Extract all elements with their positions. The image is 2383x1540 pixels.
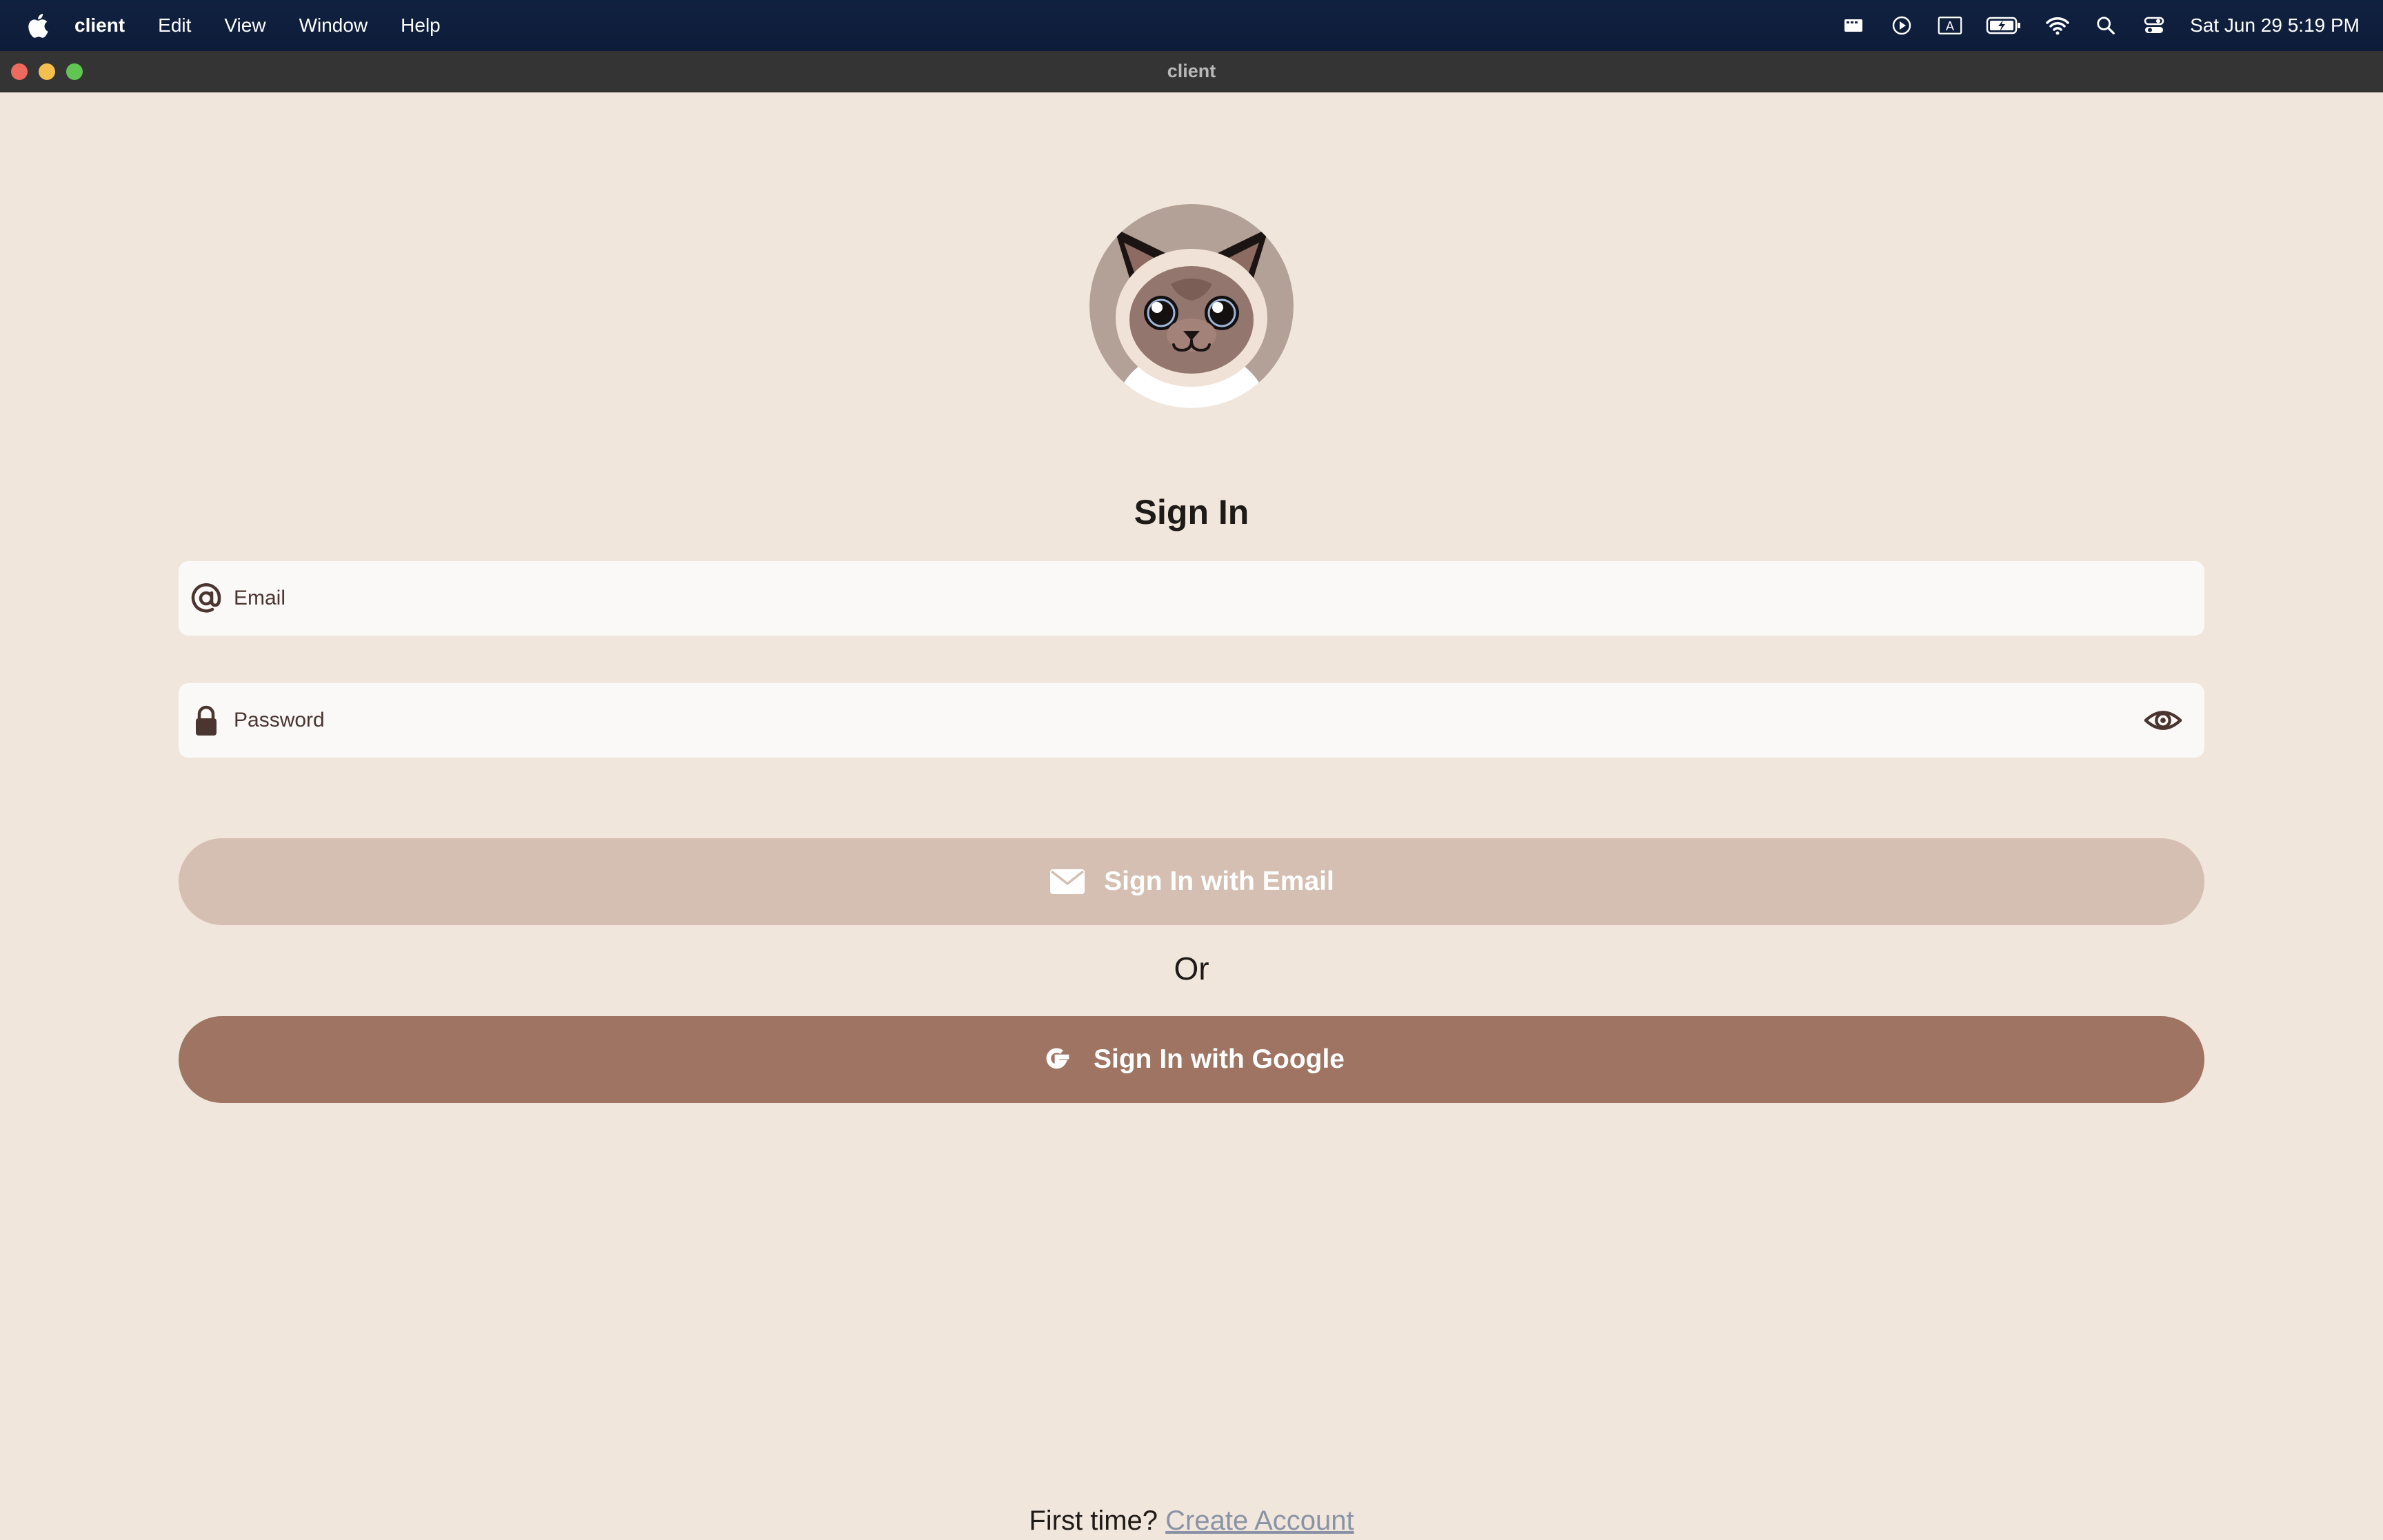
create-account-prompt: First time? Create Account (0, 1506, 2383, 1537)
control-center-icon[interactable] (2142, 13, 2166, 38)
google-icon (1038, 1041, 1076, 1078)
wifi-icon[interactable] (2045, 13, 2070, 38)
menu-view[interactable]: View (224, 14, 265, 37)
spotlight-icon[interactable] (2093, 13, 2118, 38)
menu-clock[interactable]: Sat Jun 29 5:19 PM (2190, 14, 2360, 37)
input-source-icon[interactable]: A (1938, 13, 1962, 38)
password-input[interactable] (234, 683, 2142, 758)
envelope-icon (1049, 863, 1086, 900)
apple-icon[interactable] (28, 13, 48, 38)
or-separator: Or (1174, 951, 1209, 986)
menu-help[interactable]: Help (401, 14, 441, 37)
menu-bar: client Edit View Window Help A Sat Jun 2… (0, 0, 2383, 51)
sign-in-google-button[interactable]: Sign In with Google (179, 1016, 2204, 1103)
status-area: A Sat Jun 29 5:19 PM (1818, 13, 2360, 38)
svg-text:A: A (1946, 19, 1954, 33)
menu-window[interactable]: Window (299, 14, 368, 37)
sign-in-email-button[interactable]: Sign In with Email (179, 838, 2204, 925)
first-time-text: First time? (1029, 1506, 1158, 1536)
app-window: client Sign In Email Sign In with Email … (0, 51, 2383, 1540)
page-title: Sign In (1134, 493, 1249, 531)
media-icon[interactable] (1841, 13, 1866, 38)
password-field[interactable] (179, 683, 2204, 758)
menu-app-name[interactable]: client (74, 14, 125, 37)
menu-edit[interactable]: Edit (158, 14, 191, 37)
show-password-eye-icon[interactable] (2142, 700, 2184, 741)
window-titlebar[interactable]: client (0, 51, 2383, 92)
at-sign-icon (188, 580, 224, 616)
sign-in-email-label: Sign In with Email (1104, 867, 1334, 896)
battery-icon[interactable] (1986, 13, 2022, 38)
create-account-link[interactable]: Create Account (1165, 1506, 1354, 1536)
sign-in-google-label: Sign In with Google (1094, 1044, 1345, 1074)
cat-avatar (1089, 204, 1294, 408)
play-icon[interactable] (1889, 13, 1914, 38)
sign-in-view: Sign In Email Sign In with Email Or Sign… (0, 92, 2383, 1540)
lock-icon (188, 702, 224, 738)
window-title: client (1167, 61, 1216, 81)
email-field[interactable] (179, 561, 2204, 636)
email-input[interactable] (234, 561, 2204, 636)
